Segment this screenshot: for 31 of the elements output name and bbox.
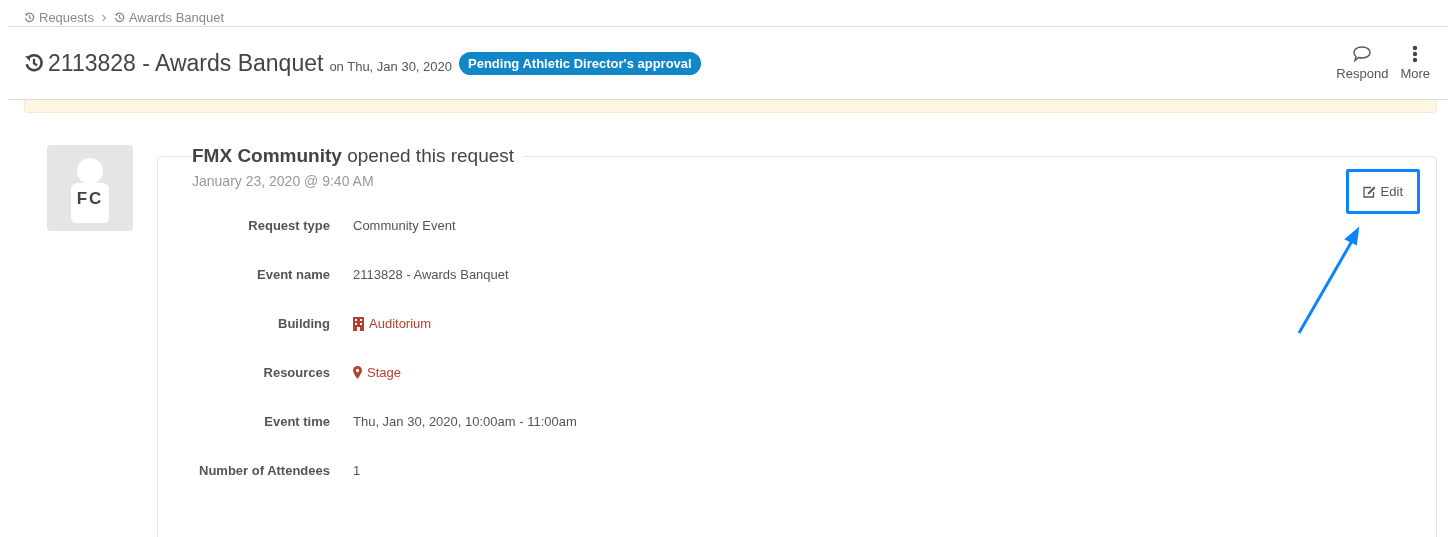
field-value: Thu, Jan 30, 2020, 10:00am - 11:00am xyxy=(353,414,578,429)
history-icon xyxy=(24,12,35,23)
history-icon xyxy=(24,53,44,73)
field-label: Event name xyxy=(256,267,330,282)
chevron-icon xyxy=(99,13,108,22)
field-label: Request type xyxy=(247,218,330,233)
activity-title: FMX Community opened this request xyxy=(192,145,516,167)
status-badge: Pending Athletic Director's approval xyxy=(459,51,701,75)
field-link[interactable]: Stage xyxy=(353,365,1420,380)
field-value: 2113828 - Awards Banquet xyxy=(353,267,510,282)
request-date: on Thu, Jan 30, 2020 xyxy=(329,58,452,74)
timestamp: January 23, 2020 @ 9:40 AM xyxy=(192,173,374,189)
field-value: Community Event xyxy=(353,218,457,233)
field-label: Event time xyxy=(263,414,330,429)
avatar-initials: FC xyxy=(76,189,104,210)
speech-bubble-icon xyxy=(1352,45,1373,63)
page-title: 2113828 - Awards Banquet xyxy=(48,49,324,77)
map-pin-icon xyxy=(353,366,362,379)
respond-button[interactable]: Respond xyxy=(1330,45,1395,81)
field-label: Number of Attendees xyxy=(198,463,330,478)
more-icon xyxy=(1412,45,1419,63)
field-label: Building xyxy=(277,316,330,331)
field-link[interactable]: Auditorium xyxy=(353,316,1420,331)
building-icon xyxy=(353,316,364,331)
breadcrumb-link[interactable]: Requests xyxy=(24,10,94,25)
field-value: 1 xyxy=(353,463,362,478)
field-label: Resources xyxy=(262,365,330,380)
breadcrumb-link[interactable]: Awards Banquet xyxy=(113,10,225,25)
edit-icon xyxy=(1362,185,1376,198)
history-icon xyxy=(113,12,125,23)
more-button[interactable]: More xyxy=(1394,45,1436,81)
